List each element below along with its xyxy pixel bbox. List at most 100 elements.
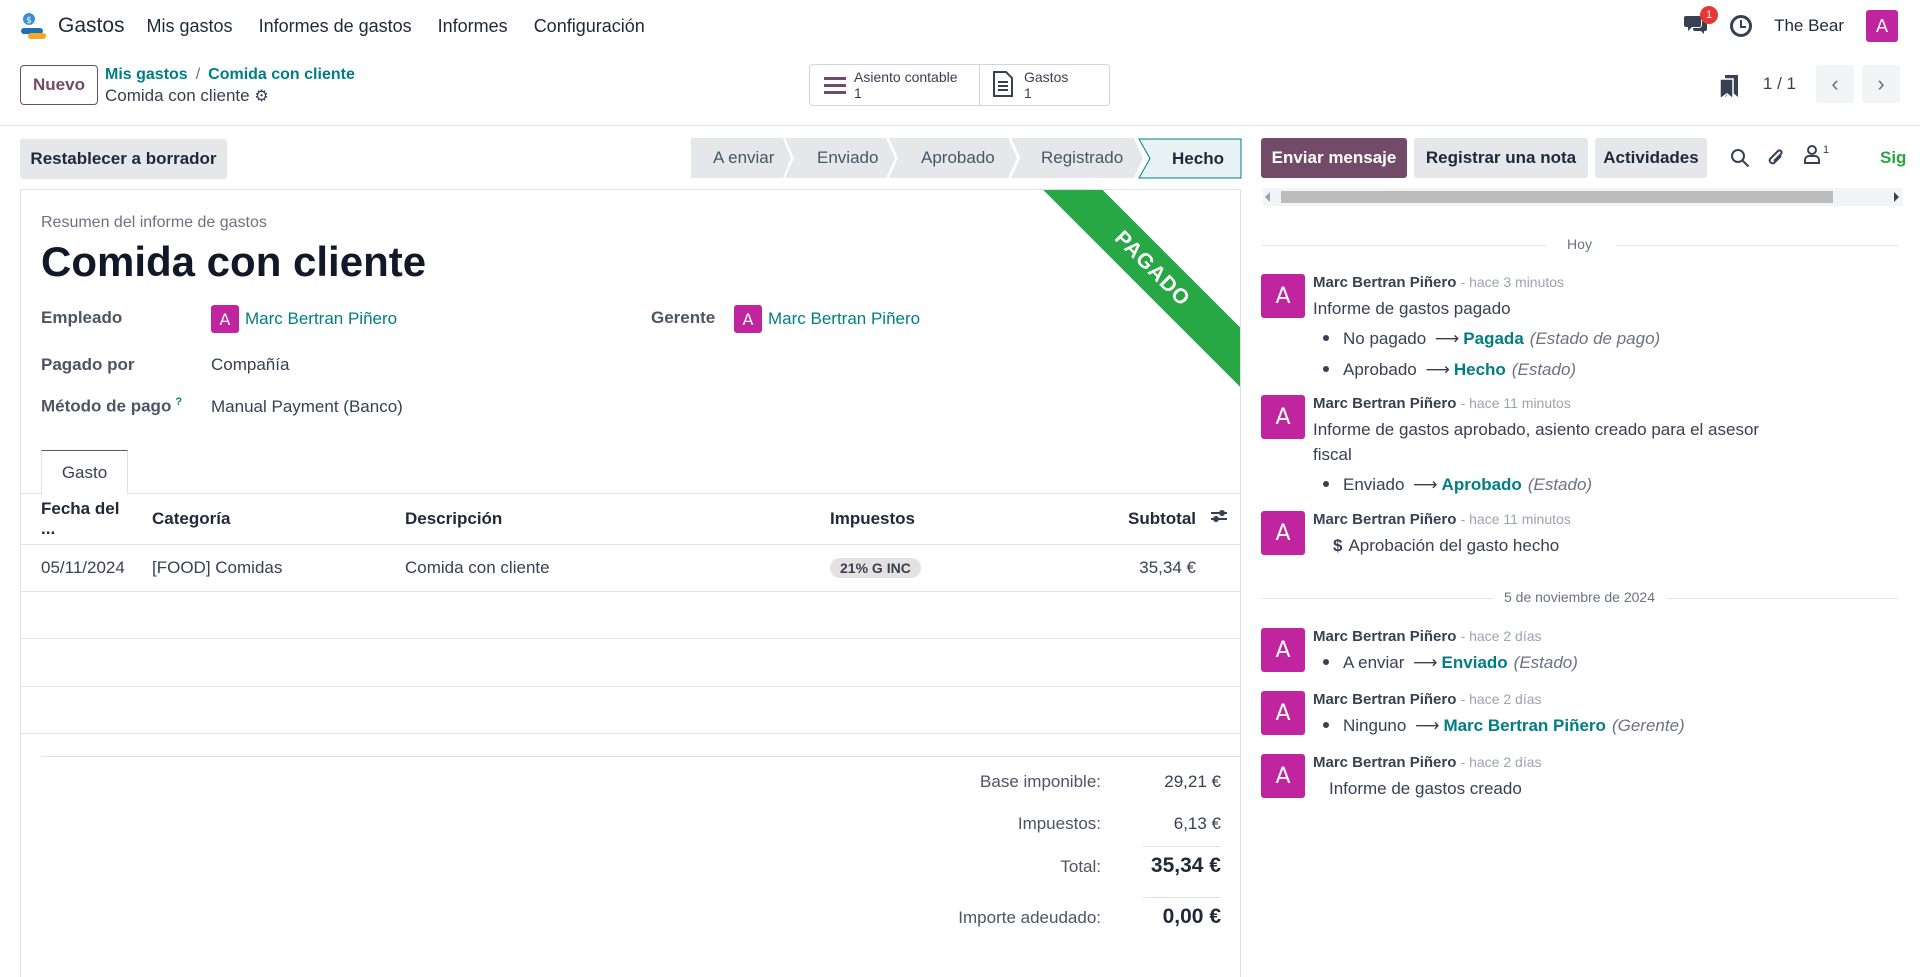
message-author[interactable]: Marc Bertran Piñero [1313, 754, 1456, 771]
day-separator-label: Hoy [1567, 236, 1592, 252]
scrollbar-thumb[interactable] [1281, 191, 1833, 203]
col-subtotal[interactable]: Subtotal [1080, 494, 1196, 544]
tracking-new: Enviado [1441, 653, 1508, 672]
message-date: - hace 2 días [1460, 628, 1542, 644]
tracking-old: A enviar [1343, 653, 1405, 672]
message-body: Informe de gastos pagado No pagado ⟶ Paga… [1313, 296, 1783, 383]
smart-button-asiento[interactable]: Asiento contable 1 [809, 64, 980, 106]
reset-to-draft-button[interactable]: Restablecer a borrador [20, 139, 227, 179]
message-avatar[interactable]: A [1261, 754, 1305, 798]
cell-category: [FOOD] Comidas [152, 557, 283, 577]
nav-informes[interactable]: Informes [438, 16, 508, 37]
message-date: - hace 11 minutos [1460, 511, 1571, 527]
tracking-new: Aprobado [1441, 475, 1522, 494]
message-date: - hace 3 minutos [1460, 274, 1565, 290]
activities-button[interactable]: Actividades [1595, 138, 1707, 178]
message-avatar[interactable]: A [1261, 511, 1305, 555]
col-categoria[interactable]: Categoría [132, 494, 405, 544]
arrow-right-icon: ⟶ [1413, 653, 1438, 673]
tracking-value: No pagado ⟶ Pagada (Estado de pago) [1313, 326, 1783, 352]
due-divider [1143, 897, 1221, 898]
followers-count: 1 [1823, 144, 1830, 156]
smart-button-gastos[interactable]: Gastos 1 [979, 64, 1110, 106]
message-avatar[interactable]: A [1261, 691, 1305, 735]
col-descripcion[interactable]: Descripción [405, 494, 830, 544]
message-avatar[interactable]: A [1261, 628, 1305, 672]
day-separator-label: 5 de noviembre de 2024 [1504, 589, 1655, 605]
bookmark-icon[interactable] [1719, 74, 1739, 105]
cell-subtotal: 35,34 € [1139, 557, 1196, 577]
stage-enviado[interactable]: Enviado [785, 138, 895, 178]
scroll-left-arrow[interactable] [1265, 192, 1270, 202]
column-settings-icon[interactable] [1196, 494, 1240, 544]
manager-avatar: A [734, 305, 762, 333]
breadcrumb-mis-gastos[interactable]: Mis gastos [105, 66, 188, 83]
col-impuestos[interactable]: Impuestos [830, 494, 1080, 544]
messaging-button[interactable]: 1 [1684, 6, 1719, 38]
nav-configuracion[interactable]: Configuración [534, 16, 645, 37]
stage-aprobado[interactable]: Aprobado [889, 138, 1017, 178]
tracking-value: Aprobado ⟶ Hecho (Estado) [1313, 357, 1783, 383]
new-button[interactable]: Nuevo [20, 65, 98, 105]
followers-button[interactable]: 1 [1803, 144, 1829, 164]
chatter-panel: Enviar mensaje Registrar una nota Activi… [1256, 126, 1920, 977]
log-note-button[interactable]: Registrar una nota [1414, 138, 1588, 178]
tab-gasto[interactable]: Gasto [41, 450, 128, 495]
message-text: Informe de gastos pagado [1313, 299, 1511, 318]
horizontal-scrollbar[interactable] [1263, 188, 1903, 206]
stage-registrado[interactable]: Registrado [1011, 138, 1143, 178]
smart-button-count: 1 [854, 85, 862, 101]
activity-clock-icon[interactable] [1730, 15, 1753, 37]
manager-field[interactable]: A Marc Bertran Piñero [734, 305, 920, 333]
gear-icon[interactable]: ⚙ [254, 86, 268, 105]
message-avatar[interactable]: A [1261, 395, 1305, 439]
nav-informes-de-gastos[interactable]: Informes de gastos [259, 16, 412, 37]
nav-mis-gastos[interactable]: Mis gastos [147, 16, 233, 37]
day-separator-today: Hoy [1261, 235, 1898, 255]
cell-empty [1196, 544, 1240, 591]
message-text: Informe de gastos creado [1329, 779, 1522, 798]
message-avatar[interactable]: A [1261, 274, 1305, 318]
message-author[interactable]: Marc Bertran Piñero [1313, 395, 1456, 412]
breadcrumb-current[interactable]: Comida con cliente [208, 66, 355, 83]
record-name: Comida con cliente [105, 86, 250, 105]
tracking-old: Enviado [1343, 475, 1405, 494]
table-row[interactable]: 05/11/2024 [FOOD] Comidas Comida con cli… [21, 544, 1240, 591]
base-label: Base imponible: [980, 772, 1101, 791]
messages-count-badge: 1 [1700, 6, 1719, 24]
employee-name[interactable]: Marc Bertran Piñero [245, 309, 397, 329]
app-logo[interactable]: $ Gastos [20, 12, 125, 40]
follow-button[interactable]: Sig [1880, 148, 1920, 168]
summary-label: Resumen del informe de gastos [41, 214, 267, 231]
stage-a-enviar[interactable]: A enviar [691, 138, 791, 178]
record-title[interactable]: Comida con cliente [41, 238, 426, 286]
form-statusbar: Restablecer a borrador A enviar Enviado … [0, 126, 1256, 190]
pager-previous-button[interactable]: ‹ [1816, 65, 1854, 103]
payment-method-value[interactable]: Manual Payment (Banco) [211, 397, 403, 417]
message-author[interactable]: Marc Bertran Piñero [1313, 691, 1456, 708]
control-panel: Nuevo Mis gastos / Comida con cliente Comi… [0, 52, 1920, 126]
list-icon [824, 76, 846, 94]
message-author[interactable]: Marc Bertran Piñero [1313, 511, 1456, 528]
stage-hecho[interactable]: Hecho [1158, 138, 1238, 179]
due-label: Importe adeudado: [958, 908, 1101, 927]
app-name: Gastos [58, 14, 125, 37]
paid-by-value[interactable]: Compañía [211, 355, 289, 375]
scroll-right-arrow[interactable] [1894, 192, 1899, 202]
tracking-value: Ninguno ⟶ Marc Bertran Piñero (Gerente) [1313, 713, 1783, 739]
search-icon[interactable] [1730, 148, 1750, 173]
col-fecha[interactable]: Fecha del ... [21, 494, 132, 544]
send-message-button[interactable]: Enviar mensaje [1261, 138, 1407, 178]
user-avatar[interactable]: A [1866, 10, 1898, 42]
employee-field[interactable]: A Marc Bertran Piñero [211, 305, 397, 333]
message-author[interactable]: Marc Bertran Piñero [1313, 628, 1456, 645]
attachment-icon[interactable] [1766, 147, 1786, 174]
pager-next-button[interactable]: › [1862, 65, 1900, 103]
message-author[interactable]: Marc Bertran Piñero [1313, 274, 1456, 291]
company-name[interactable]: The Bear [1774, 16, 1844, 36]
total-divider [1143, 846, 1221, 847]
pager: 1 / 1 ‹ › [1763, 65, 1900, 103]
pager-value[interactable]: 1 / 1 [1763, 74, 1796, 94]
manager-name[interactable]: Marc Bertran Piñero [768, 309, 920, 329]
help-tooltip-icon[interactable]: ? [175, 396, 182, 408]
